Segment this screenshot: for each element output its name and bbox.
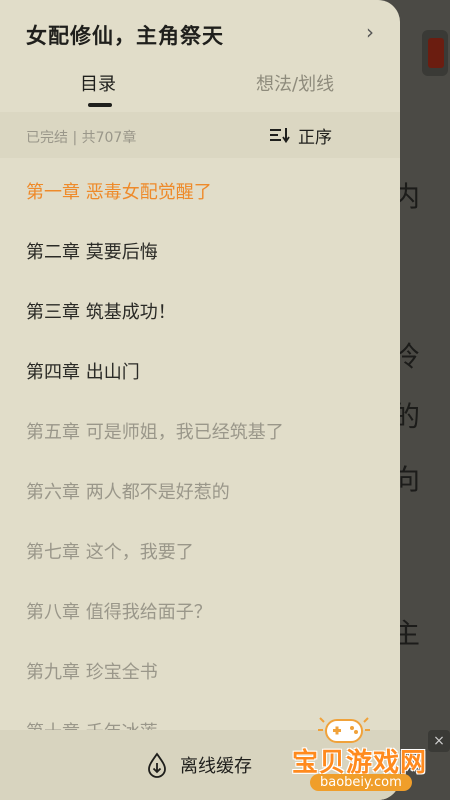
drawer-header: 女配修仙，主角祭天 › 目录 想法/划线: [0, 0, 400, 112]
chapter-item-3[interactable]: 第三章 筑基成功！: [26, 298, 176, 324]
sort-label: 正序: [298, 127, 332, 148]
offline-cache-label: 离线缓存: [180, 756, 252, 777]
chapter-item-6[interactable]: 第六章 两人都不是好惹的: [26, 478, 230, 504]
tab-catalog[interactable]: 目录: [80, 70, 116, 96]
chapter-item-8[interactable]: 第八章 值得我给面子？: [26, 598, 212, 624]
chapter-item-9[interactable]: 第九章 珍宝全书: [26, 658, 158, 684]
book-title[interactable]: 女配修仙，主角祭天: [26, 20, 224, 50]
chapter-item-1[interactable]: 第一章 恶毒女配觉醒了: [26, 178, 212, 204]
offline-cache-button[interactable]: 离线缓存: [146, 752, 252, 778]
chapter-item-10[interactable]: 第十章 千年冰莲: [26, 718, 158, 730]
chapter-item-2[interactable]: 第二章 莫要后悔: [26, 238, 158, 264]
close-icon[interactable]: ×: [428, 730, 450, 752]
tab-notes[interactable]: 想法/划线: [256, 70, 334, 96]
sort-order-button[interactable]: 正序: [270, 123, 332, 148]
active-tab-indicator: [88, 103, 112, 107]
sort-icon: [270, 128, 290, 143]
chapter-item-7[interactable]: 第七章 这个，我要了: [26, 538, 194, 564]
chapter-item-4[interactable]: 第四章 出山门: [26, 358, 140, 384]
chapter-item-5[interactable]: 第五章 可是师姐，我已经筑基了: [26, 418, 284, 444]
download-drop-icon: [148, 752, 166, 778]
toc-drawer: 女配修仙，主角祭天 › 目录 想法/划线 已完结 | 共707章 正序 第一章 …: [0, 0, 400, 800]
catalog-meta-row: 已完结 | 共707章 正序: [0, 112, 400, 158]
chapter-list[interactable]: 第一章 恶毒女配觉醒了 第二章 莫要后悔 第三章 筑基成功！ 第四章 出山门 第…: [0, 160, 400, 730]
chevron-right-icon[interactable]: ›: [366, 20, 374, 44]
book-cover-thumbnail: [422, 30, 448, 76]
book-status-text: 已完结 | 共707章: [26, 130, 137, 146]
site-watermark: 宝贝游戏网 baobeiy.com: [292, 712, 450, 800]
watermark-url: baobeiy.com: [310, 774, 412, 791]
